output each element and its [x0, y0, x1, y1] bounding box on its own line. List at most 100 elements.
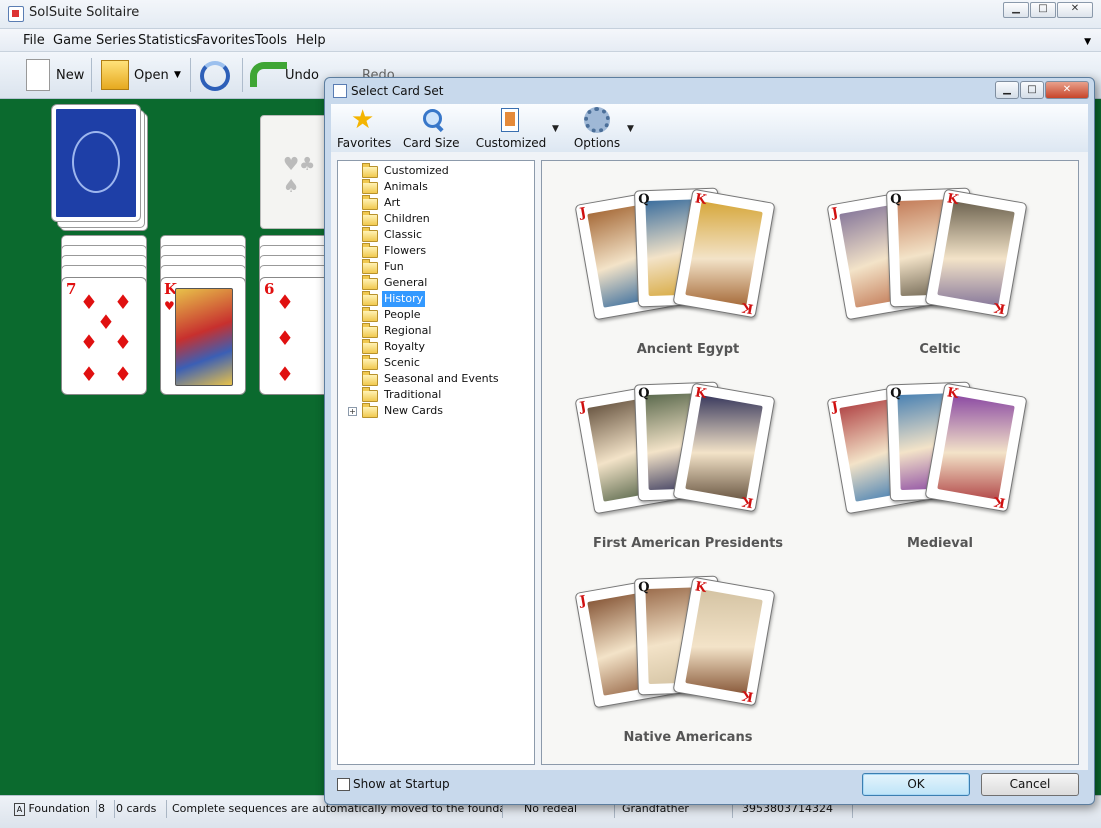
dialog-footer: Show at Startup OK Cancel: [331, 770, 1088, 800]
undo-arrow-icon: [250, 62, 287, 87]
menu-statistics[interactable]: Statistics: [138, 33, 197, 48]
maximize-button[interactable]: □: [1030, 2, 1056, 18]
tableau-top-card[interactable]: 6 ♦ ♦ ♦: [259, 277, 329, 395]
cancel-button[interactable]: Cancel: [981, 773, 1079, 796]
card-rank: K: [693, 579, 708, 596]
card-rank: K: [945, 191, 960, 208]
dialog-maximize-button[interactable]: □: [1020, 81, 1044, 99]
minimize-button[interactable]: ▁: [1003, 2, 1029, 18]
card-set-name: Native Americans: [623, 730, 753, 745]
card-rank: 6: [264, 280, 275, 298]
open-button[interactable]: Open ▼: [98, 52, 186, 98]
card-set-option[interactable]: JJQQKKFirst American Presidents: [574, 381, 798, 551]
new-document-icon: [26, 59, 50, 91]
card-rank: J: [578, 593, 588, 610]
tree-item-label: General: [384, 276, 428, 289]
category-tree[interactable]: Customized Animals Art Children Classic Flowe…: [337, 160, 535, 765]
ok-button[interactable]: OK: [862, 773, 970, 796]
card-portrait: [937, 201, 1015, 306]
card-size-button[interactable]: Card Size: [403, 104, 460, 152]
dialog-minimize-button[interactable]: ▁: [995, 81, 1019, 99]
customized-dropdown-icon[interactable]: ▼: [552, 124, 559, 134]
status-pile-label: Foundation: [28, 802, 90, 815]
menu-bar: File Game Series Statistics Favorites To…: [0, 29, 1101, 52]
card-rank: K: [945, 385, 960, 402]
card-portrait: [937, 395, 1015, 500]
tableau-column-2[interactable]: K ♥: [160, 235, 246, 395]
toolbar-separator: [242, 58, 243, 92]
show-at-startup-label[interactable]: Show at Startup: [353, 777, 450, 791]
card-set-option[interactable]: JJQQKKCeltic: [826, 187, 1050, 357]
menu-game[interactable]: Game: [53, 33, 92, 48]
window-title: SolSuite Solitaire: [29, 5, 140, 20]
menu-tools[interactable]: Tools: [255, 33, 287, 48]
dialog-app-icon: [333, 84, 347, 98]
card-rank: K: [740, 299, 755, 316]
expand-icon[interactable]: +: [348, 407, 357, 416]
restart-button[interactable]: [196, 52, 236, 98]
tree-item-label: Fun: [384, 260, 404, 273]
card-portrait: [685, 201, 763, 306]
folder-icon: [362, 195, 378, 210]
customized-button[interactable]: Customized ▼: [471, 104, 559, 152]
menu-overflow-icon[interactable]: ▼: [1084, 37, 1091, 47]
folder-icon: [362, 211, 378, 226]
undo-button[interactable]: Undo: [248, 52, 319, 98]
diamond-pip: ♦: [276, 290, 294, 314]
dialog-close-button[interactable]: ✕: [1045, 81, 1089, 99]
toolbar-separator: [190, 58, 191, 92]
folder-icon: [362, 387, 378, 402]
show-at-startup-checkbox[interactable]: [337, 778, 350, 791]
card-set-gallery[interactable]: JJQQKKAncient EgyptJJQQKKCelticJJQQKKFir…: [541, 160, 1079, 765]
options-button[interactable]: Options ▼: [569, 104, 634, 152]
menu-file[interactable]: File: [23, 33, 45, 48]
card-rank: J: [578, 205, 588, 222]
tree-item-label: History: [382, 291, 426, 307]
tree-item-label: Customized: [384, 164, 449, 177]
tree-item-label: Royalty: [384, 340, 426, 353]
dialog-body: Customized Animals Art Children Classic Flowe…: [331, 152, 1088, 770]
options-dropdown-icon[interactable]: ▼: [627, 124, 634, 134]
folder-icon: [362, 307, 378, 322]
folder-icon: [362, 259, 378, 274]
card-back-ornament: [72, 131, 120, 193]
folder-icon: [362, 291, 378, 306]
tableau-top-card[interactable]: K ♥: [160, 277, 246, 395]
card-rank: J: [830, 399, 840, 416]
tableau-column-1[interactable]: 7 ♦ ♦ ♦ ♦ ♦ ♦ ♦: [61, 235, 147, 395]
diamond-pip: ♦: [276, 326, 294, 350]
dialog-title-bar: Select Card Set ▁ □ ✕: [325, 78, 1094, 104]
gear-icon: [584, 107, 610, 133]
close-button[interactable]: ✕: [1057, 2, 1093, 18]
new-button[interactable]: New: [22, 52, 86, 98]
tableau-column-3[interactable]: 6 ♦ ♦ ♦: [259, 235, 329, 395]
stock-pile[interactable]: [52, 105, 140, 221]
tree-item-label: Flowers: [384, 244, 427, 257]
main-title-bar: SolSuite Solitaire ▁ □ ✕: [0, 0, 1101, 29]
card-set-option[interactable]: JJQQKKAncient Egypt: [574, 187, 798, 357]
tree-item-label: Seasonal and Events: [384, 372, 499, 385]
foundation-slot[interactable]: ♥♣ ♠: [260, 115, 328, 229]
restart-icon: [200, 61, 230, 91]
solsuite-app-icon: [8, 6, 24, 22]
card-set-option[interactable]: JJQQKKNative Americans: [574, 575, 798, 745]
card-set-option[interactable]: JJQQKKMedieval: [826, 381, 1050, 551]
menu-favorites[interactable]: Favorites: [196, 33, 255, 48]
menu-series[interactable]: Series: [96, 33, 136, 48]
folder-icon: [362, 323, 378, 338]
status-cards: 0 cards: [112, 800, 167, 818]
card-rank: Q: [890, 191, 902, 208]
tableau-top-card[interactable]: 7 ♦ ♦ ♦ ♦ ♦ ♦ ♦: [61, 277, 147, 395]
menu-help[interactable]: Help: [296, 33, 326, 48]
tree-item-label: Children: [384, 212, 430, 225]
card-portrait: [685, 395, 763, 500]
folder-icon: [362, 339, 378, 354]
folder-icon: [362, 403, 378, 418]
favorites-button[interactable]: ★ Favorites: [337, 104, 391, 152]
open-dropdown-icon[interactable]: ▼: [174, 70, 181, 80]
card-rank: J: [830, 205, 840, 222]
open-folder-icon: [101, 60, 129, 90]
heart-pip: ♥: [164, 299, 175, 313]
card-set-name: Celtic: [919, 342, 961, 357]
folder-icon: [362, 243, 378, 258]
